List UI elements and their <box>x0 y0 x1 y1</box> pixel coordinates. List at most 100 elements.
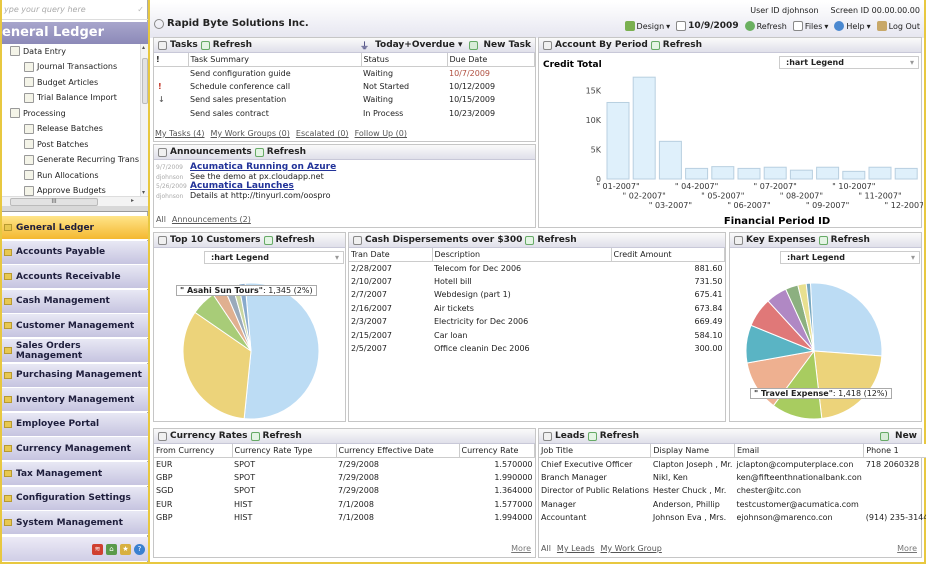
help-menu[interactable]: Help ▾ <box>834 21 871 31</box>
cash-row[interactable]: 2/28/2007 Telecom for Dec 2006 881.60 <box>349 261 725 275</box>
refresh-icon[interactable] <box>818 235 828 245</box>
col-phone[interactable]: Phone 1 <box>863 444 926 458</box>
lead-row[interactable]: Director of Public Relations Hester Chuck… <box>539 484 926 498</box>
my-work-groups-link[interactable]: My Work Groups (0) <box>211 129 290 138</box>
tree-folder[interactable]: Processing <box>10 108 66 118</box>
bar[interactable] <box>842 170 866 180</box>
tasks-refresh-button[interactable]: Refresh <box>213 40 252 50</box>
all-announcements-link[interactable]: Announcements (2) <box>172 215 251 224</box>
module-accounts-receivable[interactable]: Accounts Receivable <box>2 265 148 290</box>
tree-folder[interactable]: Data Entry <box>10 46 66 56</box>
cash-row[interactable]: 2/7/2007 Webdesign (part 1) 675.41 <box>349 288 725 302</box>
task-row[interactable]: Send configuration guide Waiting 10/7/2009 <box>154 66 535 80</box>
tree-item[interactable]: Post Batches <box>24 139 88 149</box>
bar[interactable] <box>816 166 840 180</box>
magnify-icon[interactable] <box>158 431 167 441</box>
bar[interactable] <box>763 166 787 180</box>
col-from-currency[interactable]: From Currency <box>154 444 233 458</box>
module-system-management[interactable]: System Management <box>2 511 148 536</box>
cash-row[interactable]: 2/3/2007 Electricity for Dec 2006 669.49 <box>349 315 725 329</box>
bar[interactable] <box>606 101 630 180</box>
cash-row[interactable]: 2/15/2007 Car loan 584.10 <box>349 329 725 343</box>
key-expenses-refresh-button[interactable]: Refresh <box>831 235 870 245</box>
magnify-icon[interactable] <box>734 235 743 245</box>
hscroll-thumb[interactable]: III <box>10 198 98 206</box>
tree-item[interactable]: Budget Articles <box>24 77 98 87</box>
col-effective-date[interactable]: Currency Effective Date <box>336 444 460 458</box>
scroll-up-icon[interactable]: ▴ <box>142 44 145 51</box>
tree-item[interactable]: Generate Recurring Trans <box>24 154 139 165</box>
cash-disbursements-refresh-button[interactable]: Refresh <box>537 235 576 245</box>
bar[interactable] <box>894 167 918 180</box>
col-rate-type[interactable]: Currency Rate Type <box>232 444 337 458</box>
refresh-icon[interactable] <box>263 235 273 245</box>
my-tasks-link[interactable]: My Tasks (4) <box>155 129 205 138</box>
top-customers-refresh-button[interactable]: Refresh <box>276 235 315 245</box>
escalated-link[interactable]: Escalated (0) <box>296 129 349 138</box>
scroll-thumb[interactable] <box>142 58 148 104</box>
scroll-down-icon[interactable]: ▾ <box>142 189 145 196</box>
refresh-icon[interactable] <box>250 431 260 441</box>
col-priority[interactable]: ! <box>154 53 189 67</box>
bar[interactable] <box>685 167 709 180</box>
refresh-icon[interactable] <box>200 40 210 50</box>
magnify-icon[interactable] <box>543 431 552 441</box>
scroll-right-icon[interactable]: ▸ <box>131 197 134 204</box>
my-work-group-link[interactable]: My Work Group <box>601 544 662 553</box>
bar[interactable] <box>711 166 735 180</box>
module-sales-orders-management[interactable]: Sales Orders Management <box>2 339 148 363</box>
search-input[interactable]: ype your query here ✓ <box>2 5 148 20</box>
module-accounts-payable[interactable]: Accounts Payable <box>2 240 148 265</box>
task-row[interactable]: Send sales contract In Process 10/23/2009 <box>154 107 535 121</box>
refresh-icon[interactable] <box>254 147 264 157</box>
new-task-button[interactable]: New Task <box>484 40 531 50</box>
task-row[interactable]: ! Schedule conference call Not Started 10/1… <box>154 80 535 94</box>
tree-item[interactable]: Approve Budgets <box>24 185 106 196</box>
module-configuration-settings[interactable]: Configuration Settings <box>2 486 148 511</box>
col-status[interactable]: Status <box>361 53 448 67</box>
col-email[interactable]: Email <box>734 444 865 458</box>
bar[interactable] <box>737 167 761 180</box>
account-by-period-refresh-button[interactable]: Refresh <box>663 40 702 50</box>
tree-horizontal-scrollbar[interactable]: III ▸ <box>2 196 148 206</box>
col-credit-amount[interactable]: Credit Amount <box>611 248 725 262</box>
lead-row[interactable]: Branch Manager Nikl, Ken ken@fifteenthnati… <box>539 471 926 485</box>
module-inventory-management[interactable]: Inventory Management <box>2 388 148 413</box>
currency-row[interactable]: EUR SPOT 7/29/2008 1.570000 <box>154 457 535 471</box>
all-leads-label[interactable]: All <box>541 544 551 553</box>
pie-slice[interactable] <box>243 282 320 420</box>
files-menu[interactable]: Files ▾ <box>792 21 828 31</box>
lead-row[interactable]: Manager Anderson, Phillip testcustomer@acu… <box>539 498 926 512</box>
module-currency-management[interactable]: Currency Management <box>2 437 148 462</box>
clear-search-icon[interactable]: ✓ <box>137 5 144 14</box>
currency-rates-refresh-button[interactable]: Refresh <box>263 431 302 441</box>
refresh-button[interactable]: Refresh <box>744 21 787 31</box>
leads-refresh-button[interactable]: Refresh <box>600 431 639 441</box>
currency-row[interactable]: GBP HIST 7/1/2008 1.994000 <box>154 511 535 525</box>
design-menu[interactable]: Design ▾ <box>624 21 670 31</box>
magnify-icon[interactable] <box>158 235 167 245</box>
favorites-icon[interactable]: ★ <box>120 543 131 555</box>
lead-row[interactable]: Accountant Johnson Eva , Mrs. ejohnson@mar… <box>539 511 926 525</box>
bar[interactable] <box>632 76 656 180</box>
announcement-title-link[interactable]: Acumatica Running on Azure <box>190 162 336 172</box>
tree-item[interactable]: Release Batches <box>24 123 103 134</box>
module-tax-management[interactable]: Tax Management <box>2 462 148 486</box>
leads-more-link[interactable]: More <box>897 544 917 553</box>
pie-slice[interactable] <box>813 350 883 420</box>
col-display-name[interactable]: Display Name <box>650 444 735 458</box>
refresh-icon[interactable] <box>525 235 535 245</box>
tree-item[interactable]: Trial Balance Import <box>24 92 117 103</box>
rss-icon[interactable]: ≋ <box>92 543 103 555</box>
bar[interactable] <box>789 169 813 180</box>
help-icon[interactable]: ? <box>134 543 145 555</box>
module-purchasing-management[interactable]: Purchasing Management <box>2 363 148 388</box>
tree-item[interactable]: Run Allocations <box>24 170 99 180</box>
pie-slice[interactable] <box>809 282 883 357</box>
refresh-icon[interactable] <box>650 40 660 50</box>
currency-row[interactable]: SGD SPOT 7/29/2008 1.364000 <box>154 484 535 498</box>
cash-row[interactable]: 2/16/2007 Air tickets 673.84 <box>349 302 725 316</box>
magnify-icon[interactable] <box>158 40 167 50</box>
col-tran-date[interactable]: Tran Date <box>349 248 433 262</box>
col-task-summary[interactable]: Task Summary <box>188 53 362 67</box>
